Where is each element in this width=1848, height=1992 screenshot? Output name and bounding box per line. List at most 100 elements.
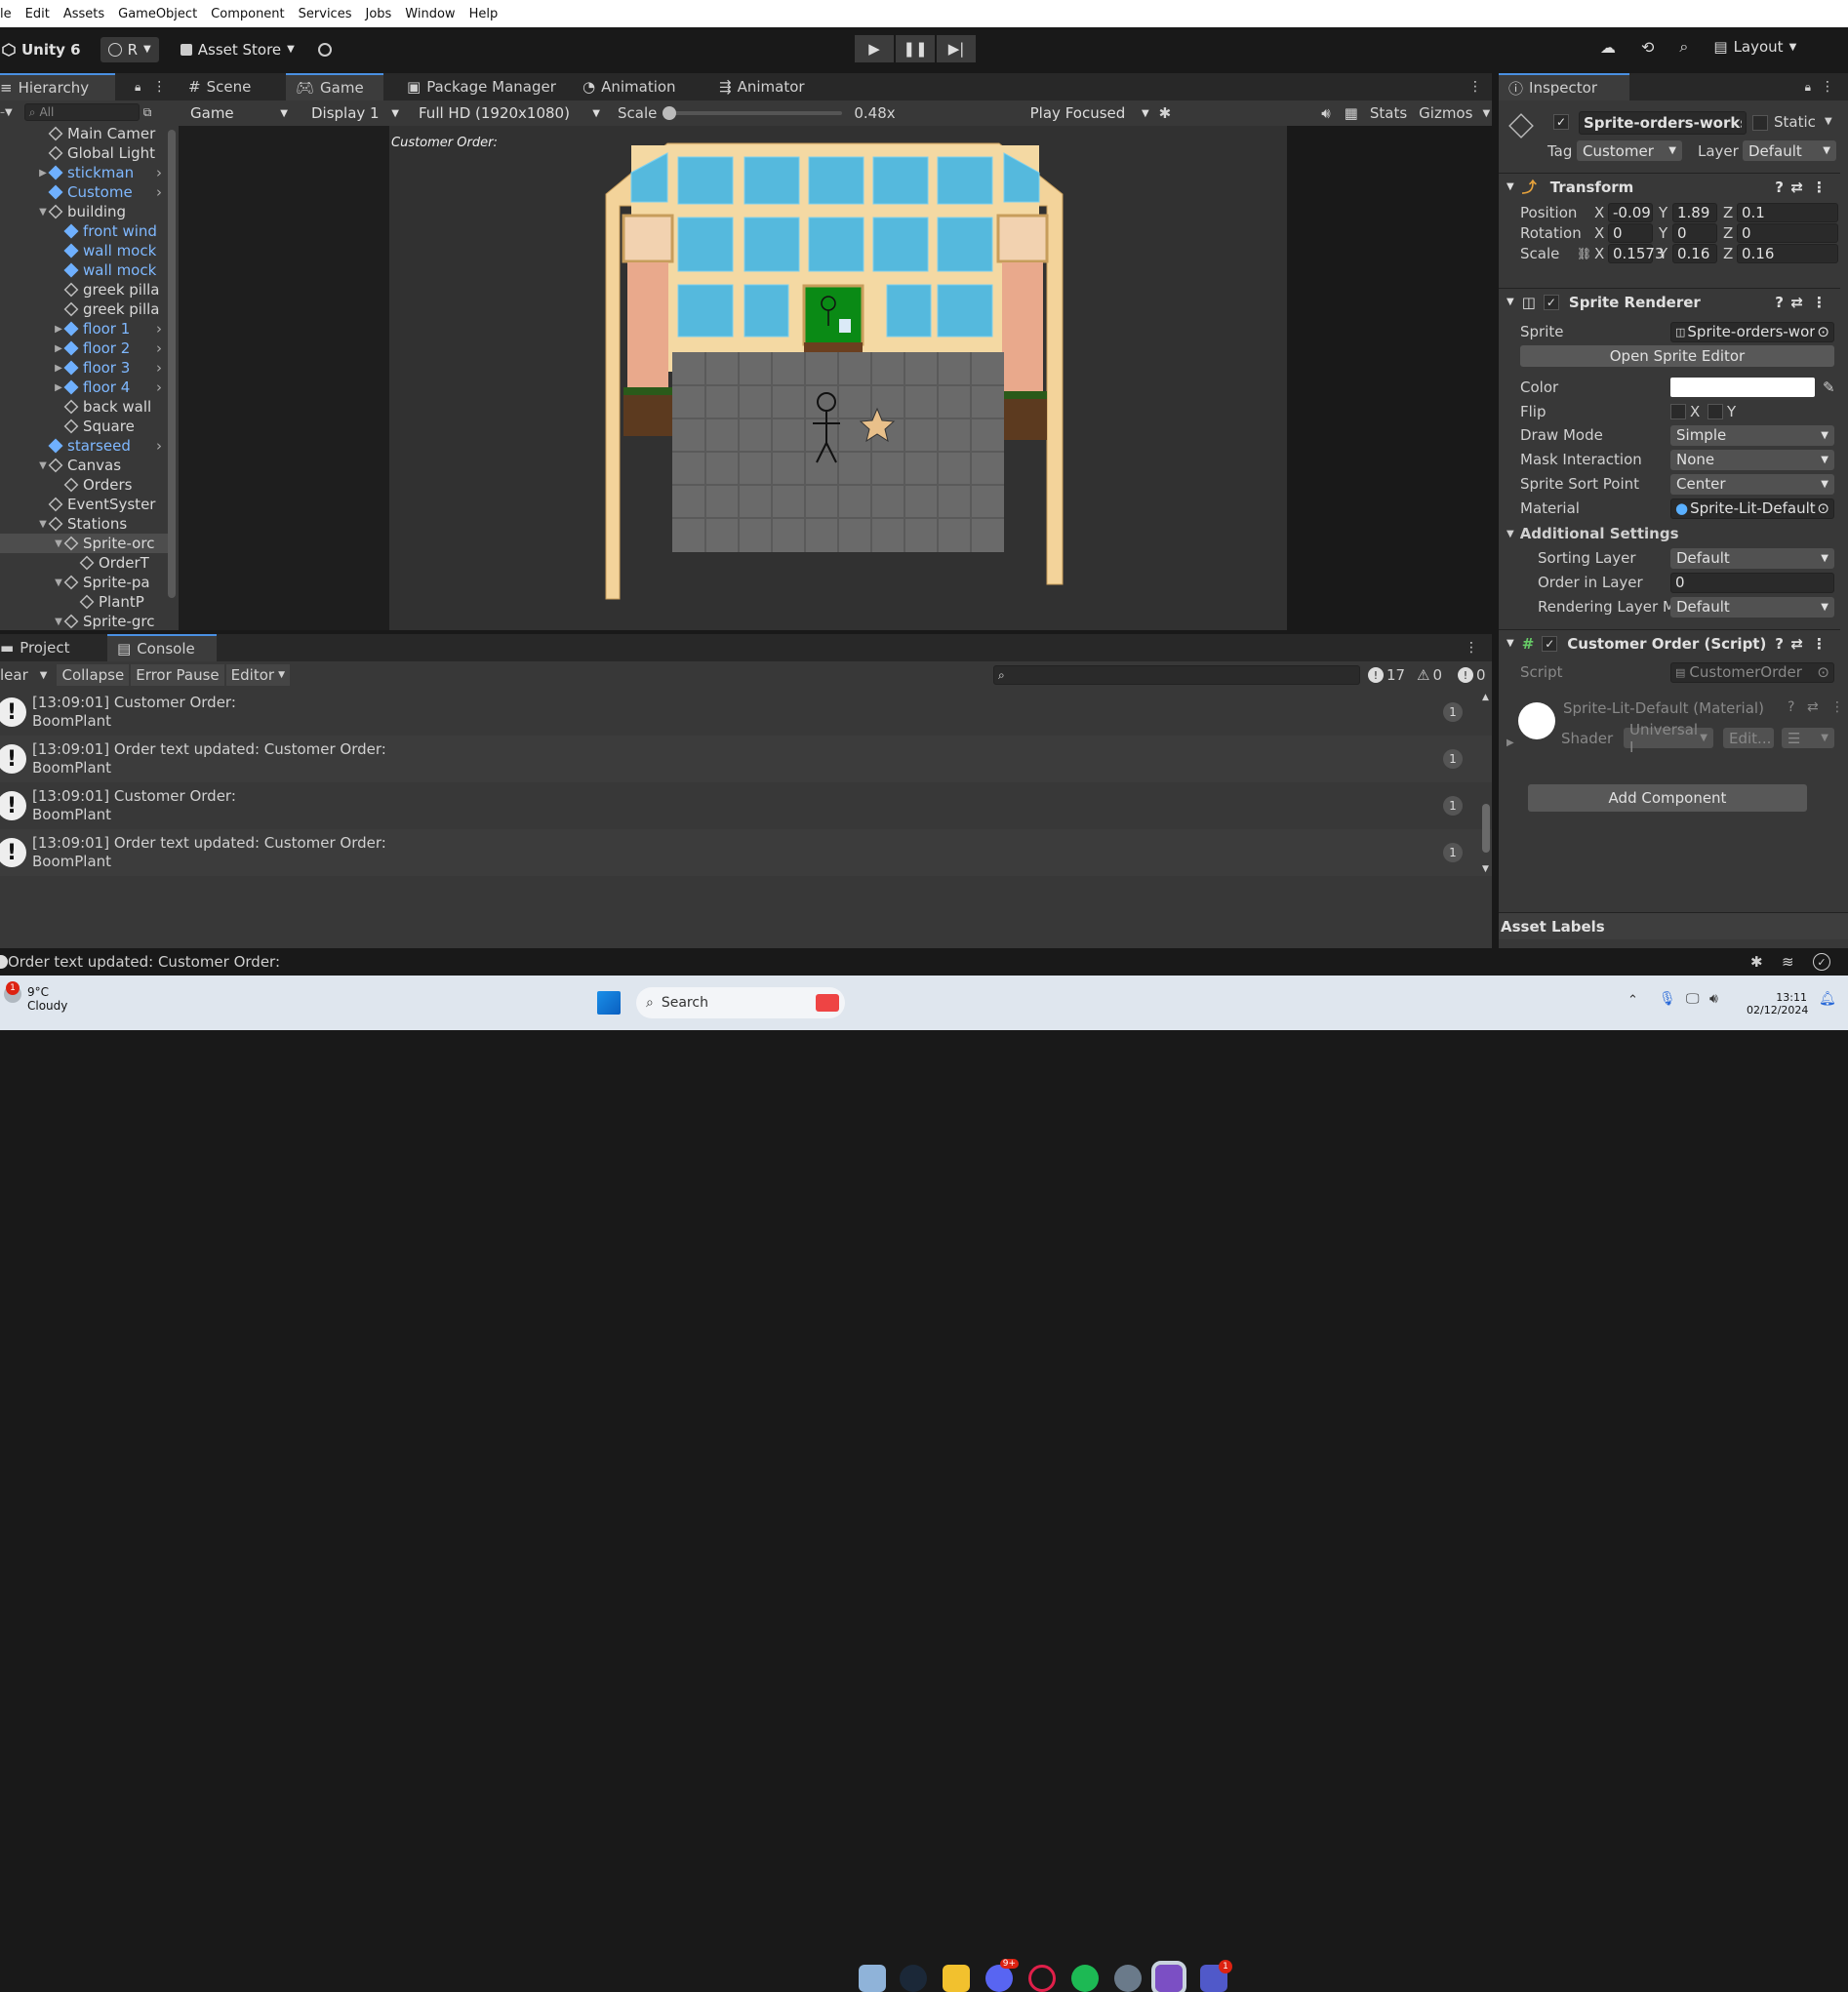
file-explorer-icon[interactable] — [943, 1965, 970, 1992]
display-dropdown[interactable]: Display 1 ▼ — [305, 104, 405, 122]
foldout-arrow-icon[interactable]: ▼ — [37, 519, 49, 530]
menu-gameobject[interactable]: GameObject — [111, 7, 204, 21]
flip-y-checkbox[interactable] — [1707, 404, 1723, 419]
discord-app-icon[interactable]: 9+ — [985, 1959, 1019, 1992]
hierarchy-item[interactable]: Square — [0, 417, 168, 436]
gizmos-button[interactable]: Gizmos — [1419, 104, 1472, 122]
transform-rotation-z-field[interactable]: 0 — [1737, 223, 1838, 243]
shader-edit-button[interactable]: Edit... — [1723, 728, 1774, 748]
photos-app-icon[interactable] — [859, 1965, 886, 1992]
prefab-open-icon[interactable]: › — [156, 378, 162, 396]
unity-hub-icon[interactable] — [1114, 1965, 1142, 1992]
mute-audio-icon[interactable]: 🔊︎ — [1321, 104, 1330, 122]
resolution-dropdown[interactable]: Full HD (1920x1080) ▼ — [413, 104, 606, 122]
scroll-thumb[interactable] — [1482, 804, 1490, 853]
eyedropper-icon[interactable]: ✎ — [1823, 378, 1835, 396]
transform-scale-x-field[interactable]: 0.1573 — [1608, 244, 1665, 263]
preset-icon[interactable]: ⇄ — [1790, 179, 1803, 196]
menu-file[interactable]: le — [0, 7, 19, 21]
clock[interactable]: 13:11 02/12/2024 — [1747, 991, 1808, 1016]
foldout-arrow-icon[interactable]: ▶ — [53, 382, 64, 393]
hierarchy-item[interactable]: ▼ building — [0, 202, 168, 221]
scroll-down-icon[interactable]: ▼ — [1482, 864, 1489, 874]
transform-scale-z-field[interactable]: 0.16 — [1737, 244, 1838, 263]
foldout-arrow-icon[interactable]: ▶ — [53, 363, 64, 374]
chevron-down-icon[interactable]: ▼ — [1482, 108, 1490, 119]
hierarchy-item[interactable]: ▶ floor 3 › — [0, 358, 168, 378]
preset-icon[interactable]: ⇄ — [1790, 635, 1803, 653]
tab-project[interactable]: ▬ Project — [0, 634, 107, 661]
enabled-checkbox[interactable]: ✓ — [1542, 635, 1558, 652]
hierarchy-item[interactable]: back wall — [0, 397, 168, 417]
transform-rotation-y-field[interactable]: 0 — [1672, 223, 1717, 243]
prefab-open-icon[interactable]: › — [156, 164, 162, 181]
hierarchy-item[interactable]: ▼ Sprite-grc — [0, 612, 168, 630]
sprite-renderer-header[interactable]: ▼ ◫ ✓ Sprite Renderer ? ⇄ ⋮ — [1499, 288, 1840, 315]
transform-rotation-x-field[interactable]: 0 — [1608, 223, 1653, 243]
hierarchy-scrollbar[interactable] — [168, 130, 176, 598]
layer-dropdown[interactable]: Default ▼ — [1743, 140, 1836, 161]
chevron-down-icon[interactable]: ▼ — [40, 670, 48, 681]
menu-help[interactable]: Help — [462, 7, 505, 21]
error-filter-toggle[interactable]: ! 0 — [1458, 666, 1486, 684]
filter-icon[interactable]: ⧉ — [143, 105, 152, 120]
asset-labels-bar[interactable]: Asset Labels — [1499, 912, 1848, 939]
preset-icon[interactable]: ⇄ — [1790, 294, 1803, 311]
pause-button[interactable]: ❚❚ — [896, 35, 935, 62]
help-icon[interactable]: ? — [1775, 635, 1784, 653]
lock-icon[interactable]: 🔒︎ — [135, 80, 141, 95]
hierarchy-item[interactable]: ▼ Canvas — [0, 456, 168, 475]
add-dropdown[interactable]: –▼ — [0, 107, 13, 118]
hierarchy-item[interactable]: greek pilla — [0, 280, 168, 299]
menu-edit[interactable]: Edit — [19, 7, 57, 21]
opera-gx-icon[interactable] — [1028, 1965, 1056, 1992]
foldout-arrow-icon[interactable]: ▼ — [53, 538, 64, 549]
transform-position-y-field[interactable]: 1.89 — [1672, 203, 1717, 222]
kebab-menu-icon[interactable]: ⋮ — [1812, 294, 1827, 311]
order-field[interactable]: 0 — [1670, 572, 1834, 593]
cloud-icon[interactable]: ☁ — [1600, 38, 1616, 57]
clear-button[interactable]: lear — [0, 666, 32, 684]
unity-version-button[interactable]: Unity 6 — [2, 41, 81, 59]
cache-server-icon[interactable]: ≋ — [1782, 953, 1794, 971]
tray-overflow-icon[interactable]: ⌃ — [1627, 993, 1638, 1008]
hierarchy-item[interactable]: wall mock — [0, 241, 168, 260]
warning-filter-toggle[interactable]: ⚠ 0 — [1417, 666, 1442, 684]
foldout-arrow-icon[interactable]: ▶ — [37, 168, 49, 179]
additional-settings-foldout[interactable]: ▼ Additional Settings — [1507, 522, 1840, 545]
hierarchy-item[interactable]: wall mock — [0, 260, 168, 280]
foldout-arrow-icon[interactable]: ▶ — [53, 324, 64, 335]
scroll-up-icon[interactable]: ▲ — [1482, 693, 1489, 702]
taskbar-search[interactable]: ⌕ Search — [636, 987, 845, 1018]
hierarchy-item[interactable]: greek pilla — [0, 299, 168, 319]
help-icon[interactable]: ? — [1775, 179, 1784, 196]
tab-package-manager[interactable]: ▣ Package Manager — [397, 73, 573, 100]
hierarchy-item[interactable]: ▶ floor 2 › — [0, 339, 168, 358]
sorting_layer-dropdown[interactable]: Default ▼ — [1670, 547, 1834, 569]
search-icon[interactable]: ⌕ — [1679, 37, 1688, 57]
package-settings-button[interactable] — [317, 42, 332, 57]
tab-game[interactable]: 🎮︎ Game — [286, 73, 383, 100]
transform-position-z-field[interactable]: 0.1 — [1737, 203, 1838, 222]
kebab-menu-icon[interactable]: ⋮ — [1468, 79, 1482, 95]
kebab-menu-icon[interactable]: ⋮ — [1830, 699, 1844, 715]
teams-app-icon[interactable]: 1 — [1200, 1960, 1232, 1992]
network-icon[interactable]: 🖵︎ — [1686, 991, 1700, 1007]
active-checkbox[interactable]: ✓ — [1553, 114, 1569, 130]
transform-header[interactable]: ▼ ⤴ Transform ? ⇄ ⋮ — [1499, 173, 1840, 200]
customer-order-header[interactable]: ▼ # ✓ Customer Order (Script) ? ⇄ ⋮ — [1499, 629, 1840, 657]
object-picker-icon[interactable]: ⊙ — [1817, 323, 1829, 340]
tag-dropdown[interactable]: Customer ▼ — [1577, 140, 1682, 161]
hierarchy-item[interactable]: EventSyster — [0, 495, 168, 514]
hierarchy-item[interactable]: ▼ Sprite-orc — [0, 534, 168, 553]
menu-services[interactable]: Services — [292, 7, 359, 21]
foldout-arrow-icon[interactable]: ▼ — [37, 207, 49, 218]
static-checkbox[interactable] — [1752, 115, 1768, 131]
preset-icon[interactable]: ⇄ — [1807, 699, 1819, 715]
tab-inspector[interactable]: ⓘ Inspector — [1499, 73, 1629, 100]
sprite-field[interactable]: ◫ Sprite-orders-wor ⊙ — [1670, 321, 1834, 342]
notification-bell-icon[interactable]: 🔔︎ — [1819, 991, 1836, 1007]
shader-options-dropdown[interactable]: ☰ ▼ — [1782, 728, 1834, 748]
link-icon[interactable]: ⛓ — [1577, 247, 1591, 260]
foldout-arrow-icon[interactable]: ▼ — [53, 617, 64, 627]
